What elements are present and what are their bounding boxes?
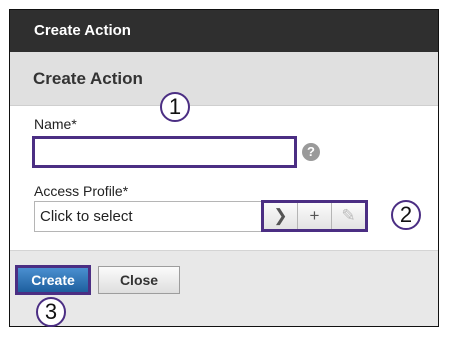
close-button[interactable]: Close bbox=[98, 266, 180, 294]
callout-1: 1 bbox=[160, 92, 190, 122]
name-label: Name* bbox=[34, 116, 77, 132]
create-action-dialog: Create Action Create Action Name* ? Acce… bbox=[9, 9, 439, 327]
create-button[interactable]: Create bbox=[15, 265, 91, 295]
edit-button[interactable]: ✎ bbox=[332, 203, 365, 229]
access-profile-label: Access Profile* bbox=[34, 183, 129, 199]
dialog-titlebar: Create Action bbox=[10, 10, 438, 52]
dialog-heading: Create Action bbox=[10, 52, 438, 106]
access-profile-select[interactable]: Click to select bbox=[34, 201, 271, 232]
access-profile-actions: ❯ + ✎ bbox=[261, 200, 368, 232]
select-button[interactable]: ❯ bbox=[264, 203, 298, 229]
plus-icon: + bbox=[309, 206, 320, 225]
name-input[interactable] bbox=[32, 136, 297, 168]
chevron-right-icon: ❯ bbox=[273, 206, 288, 225]
pencil-icon: ✎ bbox=[341, 206, 356, 225]
add-button[interactable]: + bbox=[298, 203, 332, 229]
callout-2: 2 bbox=[391, 200, 421, 230]
help-icon[interactable]: ? bbox=[302, 143, 320, 161]
callout-3: 3 bbox=[36, 297, 66, 327]
